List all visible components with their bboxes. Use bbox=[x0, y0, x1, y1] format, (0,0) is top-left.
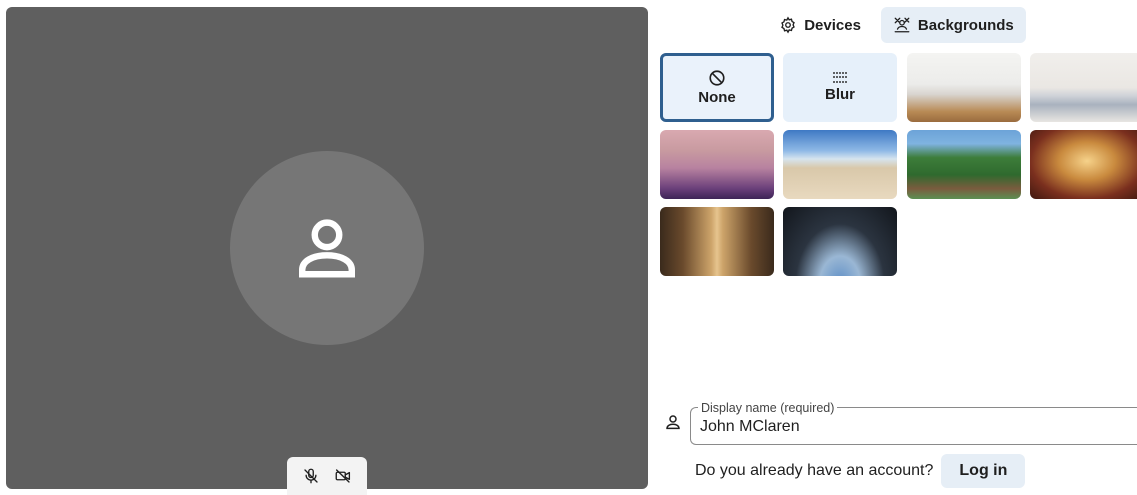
display-name-row: Display name (required) bbox=[662, 401, 1137, 445]
prohibited-icon bbox=[709, 70, 725, 86]
avatar bbox=[230, 151, 424, 345]
lobby-screen: Devices Backgrounds None Blur Display na… bbox=[0, 0, 1137, 495]
display-name-label: Display name (required) bbox=[698, 401, 838, 415]
camera-off-icon bbox=[335, 469, 351, 483]
mute-microphone-button[interactable] bbox=[298, 463, 324, 489]
mic-off-icon bbox=[304, 468, 318, 484]
person-icon bbox=[666, 415, 680, 430]
account-row: Do you already have an account? Log in bbox=[695, 454, 1026, 488]
background-image-theater[interactable] bbox=[1030, 130, 1137, 199]
tab-devices-label: Devices bbox=[804, 16, 861, 34]
background-image-beach[interactable] bbox=[783, 130, 897, 199]
background-option-blur-label: Blur bbox=[825, 86, 855, 103]
background-option-none[interactable]: None bbox=[660, 53, 774, 122]
background-image-sunset[interactable] bbox=[660, 130, 774, 199]
background-effects-icon bbox=[894, 17, 910, 33]
background-option-none-label: None bbox=[698, 89, 736, 106]
media-controls bbox=[287, 457, 367, 495]
blur-dots-icon bbox=[832, 72, 848, 84]
background-option-blur[interactable]: Blur bbox=[783, 53, 897, 122]
settings-tabs: Devices Backgrounds bbox=[656, 7, 1137, 45]
gear-icon bbox=[781, 16, 796, 34]
tab-backgrounds-label: Backgrounds bbox=[917, 16, 1014, 34]
background-image-living-room[interactable] bbox=[1030, 53, 1137, 122]
login-button[interactable]: Log in bbox=[941, 454, 1026, 488]
person-icon bbox=[299, 219, 355, 278]
background-image-library[interactable] bbox=[660, 207, 774, 276]
tab-backgrounds[interactable]: Backgrounds bbox=[880, 7, 1026, 43]
disable-camera-button[interactable] bbox=[330, 463, 356, 489]
background-image-forest-bridge[interactable] bbox=[907, 130, 1021, 199]
tab-devices[interactable]: Devices bbox=[767, 7, 873, 43]
display-name-input[interactable] bbox=[700, 418, 1100, 436]
settings-panel: Devices Backgrounds None Blur Display na… bbox=[656, 0, 1137, 495]
video-preview bbox=[6, 7, 648, 495]
background-image-space-station[interactable] bbox=[783, 207, 897, 276]
background-image-office[interactable] bbox=[907, 53, 1021, 122]
account-prompt: Do you already have an account? bbox=[695, 462, 934, 479]
